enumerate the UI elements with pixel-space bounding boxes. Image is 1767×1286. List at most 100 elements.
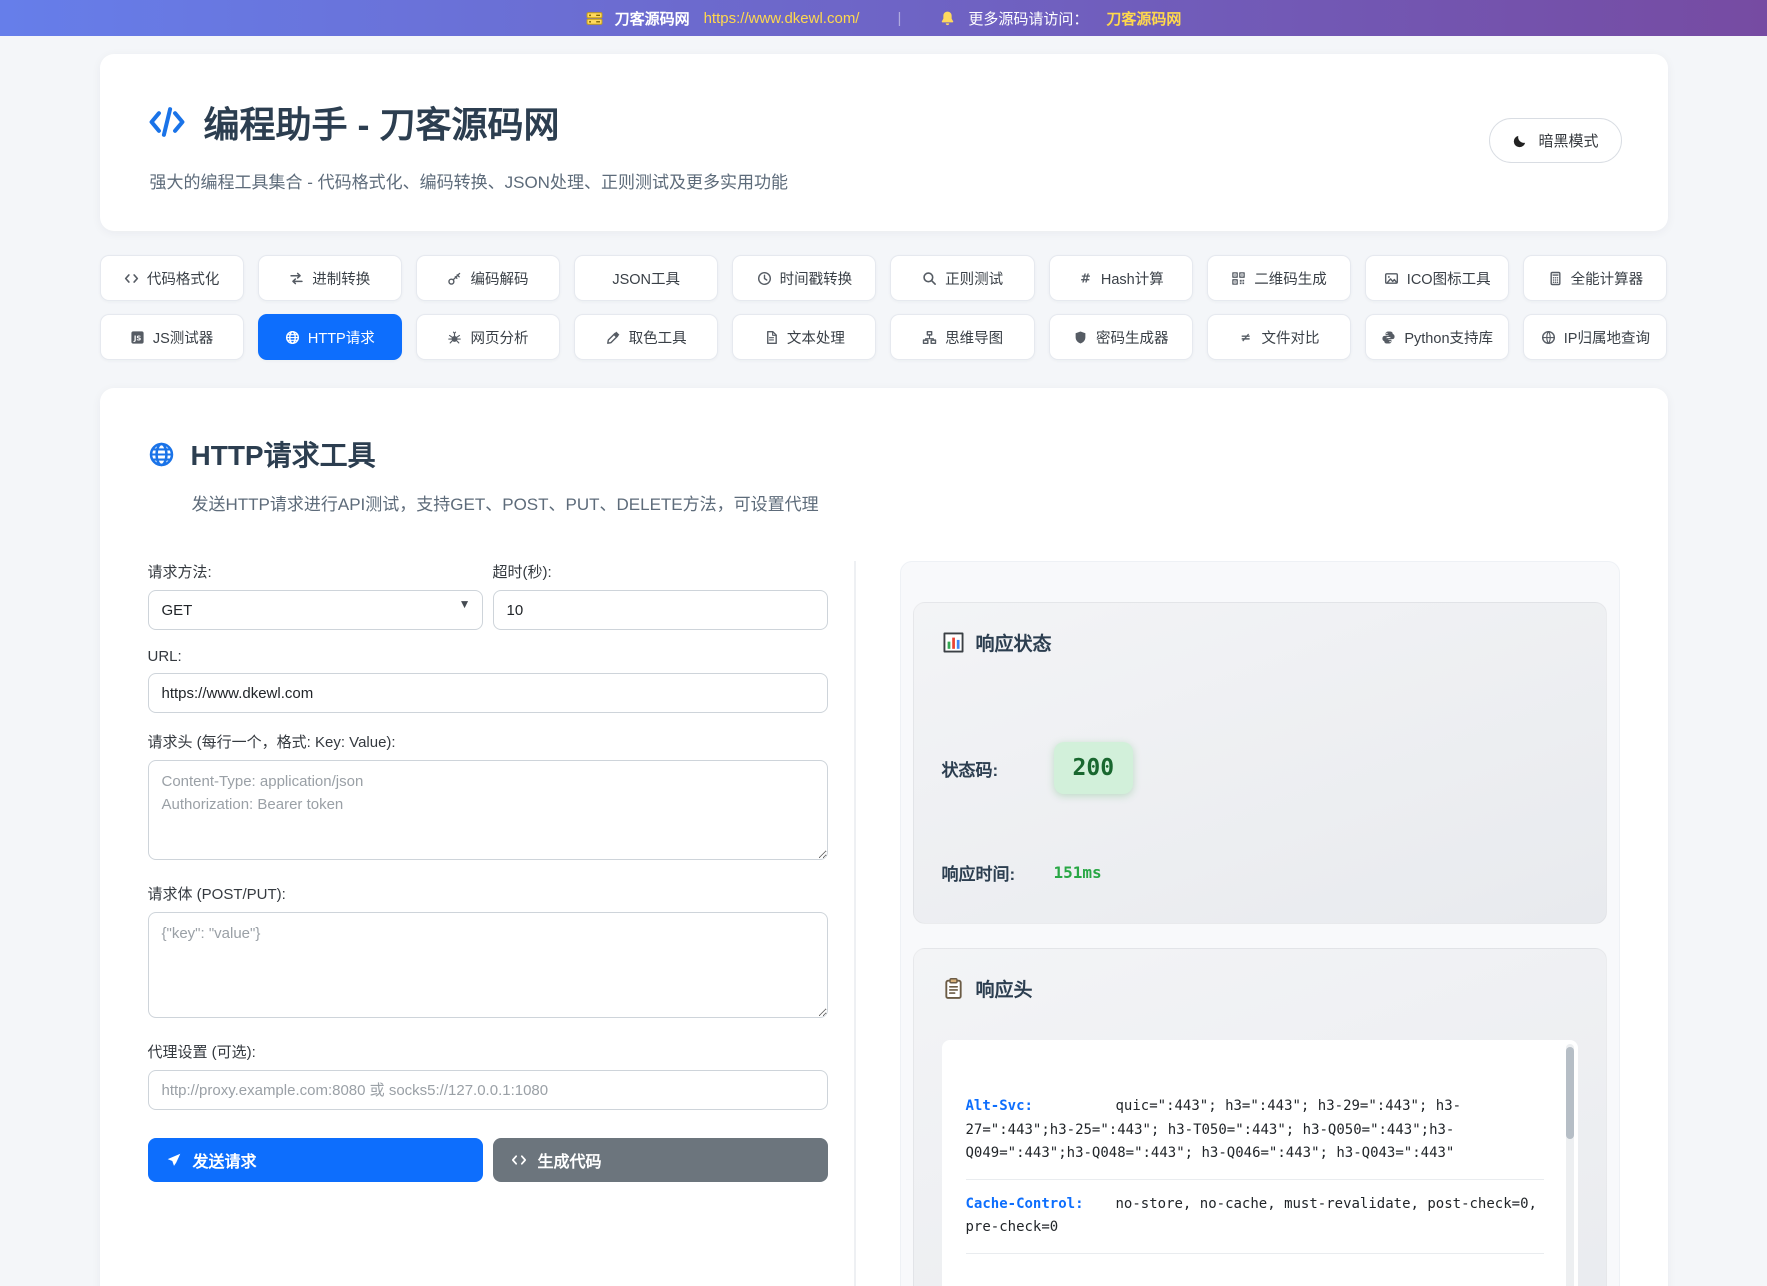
tab-label: 文本处理: [787, 327, 845, 348]
tab-web-analyze[interactable]: 网页分析: [416, 314, 560, 360]
timeout-input[interactable]: [493, 590, 828, 630]
tab-text-process[interactable]: 文本处理: [732, 314, 876, 360]
tab-label: IP归属地查询: [1564, 327, 1650, 348]
svg-text:≠: ≠: [1241, 330, 1252, 345]
tab-timestamp[interactable]: 时间戳转换: [732, 255, 876, 301]
method-select-wrap: GET: [148, 590, 483, 630]
generate-code-button[interactable]: 生成代码: [493, 1138, 828, 1182]
scrollbar-thumb[interactable]: [1566, 1047, 1574, 1139]
header-key: Cache-Control:: [966, 1193, 1116, 1217]
moon-icon: [1512, 133, 1528, 149]
top-announcement-bar: 刀客源码网 https://www.dkewl.com/ | 更多源码请访问： …: [0, 0, 1767, 36]
tab-label: 思维导图: [945, 327, 1003, 348]
tab-hash[interactable]: # Hash计算: [1049, 255, 1193, 301]
tab-label: Python支持库: [1404, 327, 1493, 348]
method-label: 请求方法:: [148, 561, 483, 582]
tab-label: 代码格式化: [147, 268, 220, 289]
tab-regex-test[interactable]: 正则测试: [890, 255, 1034, 301]
tab-label: 二维码生成: [1254, 268, 1327, 289]
response-headers-box: Alt-Svc:quic=":443"; h3=":443"; h3-29=":…: [942, 1040, 1578, 1286]
response-time-value: 151ms: [1054, 863, 1102, 882]
response-status-card: 响应状态 状态码: 200 响应时间: 151ms: [913, 602, 1607, 924]
bar-chart-icon: [942, 631, 965, 654]
tab-js-tester[interactable]: JS JS测试器: [100, 314, 244, 360]
tab-label: 取色工具: [629, 327, 687, 348]
clock-icon: [757, 271, 772, 286]
python-icon: [1381, 330, 1396, 345]
tab-password-gen[interactable]: 密码生成器: [1049, 314, 1193, 360]
method-select[interactable]: GET: [148, 590, 483, 630]
request-body-textarea[interactable]: [148, 912, 828, 1018]
status-code-badge: 200: [1054, 742, 1134, 794]
tab-base-convert[interactable]: 进制转换: [258, 255, 402, 301]
tab-label: 密码生成器: [1096, 327, 1169, 348]
response-panel: 响应状态 状态码: 200 响应时间: 151ms: [900, 561, 1620, 1286]
page-title: 编程助手 - 刀客源码网: [204, 96, 560, 148]
page-subtitle: 强大的编程工具集合 - 代码格式化、编码转换、JSON处理、正则测试及更多实用功…: [150, 168, 1620, 193]
tab-mindmap[interactable]: 思维导图: [890, 314, 1034, 360]
tab-label: 网页分析: [470, 327, 528, 348]
server-icon: [586, 10, 603, 27]
eyedropper-icon: [606, 330, 621, 345]
dark-mode-button[interactable]: 暗黑模式: [1489, 118, 1621, 163]
response-header-row: Cache-Control:no-store, no-cache, must-r…: [966, 1180, 1544, 1254]
send-request-button[interactable]: 发送请求: [148, 1138, 483, 1182]
tab-ico-tool[interactable]: ICO图标工具: [1365, 255, 1509, 301]
request-form: 请求方法: GET 超时(秒): URL: 请求头 (每行一个，格式: [148, 561, 856, 1286]
url-label: URL:: [148, 648, 828, 665]
header-key: Alt-Svc:: [966, 1095, 1116, 1119]
response-time-label: 响应时间:: [942, 860, 1054, 885]
tab-color-picker[interactable]: 取色工具: [574, 314, 718, 360]
code-icon: [511, 1152, 527, 1168]
tab-json-tools[interactable]: JSON工具: [574, 255, 718, 301]
tab-code-format[interactable]: 代码格式化: [100, 255, 244, 301]
tab-http-request[interactable]: HTTP请求: [258, 314, 402, 360]
response-header-row: Alt-Svc:quic=":443"; h3=":443"; h3-29=":…: [966, 1082, 1544, 1180]
tab-ip-lookup[interactable]: IP归属地查询: [1523, 314, 1667, 360]
response-status-title: 响应状态: [976, 629, 1052, 656]
hash-icon: #: [1078, 271, 1093, 286]
tab-label: 正则测试: [945, 268, 1003, 289]
svg-text:#: #: [1080, 271, 1091, 285]
page-header: 编程助手 - 刀客源码网 强大的编程工具集合 - 代码格式化、编码转换、JSON…: [100, 54, 1668, 231]
tab-label: JS测试器: [153, 327, 213, 348]
tab-label: ICO图标工具: [1407, 268, 1491, 289]
tab-label: 进制转换: [312, 268, 370, 289]
tool-title: HTTP请求工具: [191, 434, 376, 474]
spider-icon: [447, 330, 462, 345]
code-slash-icon: [148, 103, 186, 141]
url-input[interactable]: [148, 673, 828, 713]
topbar-notice-link[interactable]: 刀客源码网: [1106, 8, 1181, 29]
topbar-brand: 刀客源码网: [615, 8, 690, 29]
tab-encode-decode[interactable]: 编码解码: [416, 255, 560, 301]
sitemap-icon: [922, 330, 937, 345]
tab-calculator[interactable]: 全能计算器: [1523, 255, 1667, 301]
key-icon: [447, 271, 462, 286]
tab-label: 全能计算器: [1571, 268, 1644, 289]
shield-icon: [1073, 330, 1088, 345]
calculator-icon: [1548, 271, 1563, 286]
request-headers-textarea[interactable]: [148, 760, 828, 860]
qr-code-icon: [1231, 271, 1246, 286]
tab-label: Hash计算: [1101, 268, 1164, 289]
tab-qrcode[interactable]: 二维码生成: [1207, 255, 1351, 301]
response-headers-card: 响应头 Alt-Svc:quic=":443"; h3=":443"; h3-2…: [913, 948, 1607, 1286]
search-icon: [922, 271, 937, 286]
dark-mode-label: 暗黑模式: [1538, 130, 1598, 151]
tab-file-diff[interactable]: ≠文件对比: [1207, 314, 1351, 360]
topbar-url-link[interactable]: https://www.dkewl.com/: [704, 10, 860, 27]
proxy-input[interactable]: [148, 1070, 828, 1110]
proxy-label: 代理设置 (可选):: [148, 1041, 828, 1062]
send-request-label: 发送请求: [193, 1148, 257, 1172]
svg-text:JS: JS: [133, 334, 142, 342]
tab-python-lib[interactable]: Python支持库: [1365, 314, 1509, 360]
status-code-label: 状态码:: [942, 756, 1054, 781]
globe-icon: [148, 441, 175, 468]
bell-icon: [939, 10, 956, 27]
tab-label: 时间戳转换: [780, 268, 853, 289]
globe-icon: [285, 330, 300, 345]
topbar-notice: 更多源码请访问：: [968, 8, 1088, 29]
tab-label: 编码解码: [470, 268, 528, 289]
response-headers-title: 响应头: [976, 975, 1033, 1002]
tool-tabs: 代码格式化 进制转换 编码解码 JSON工具 时间戳转换 正则测试 # Hash计…: [100, 255, 1668, 360]
